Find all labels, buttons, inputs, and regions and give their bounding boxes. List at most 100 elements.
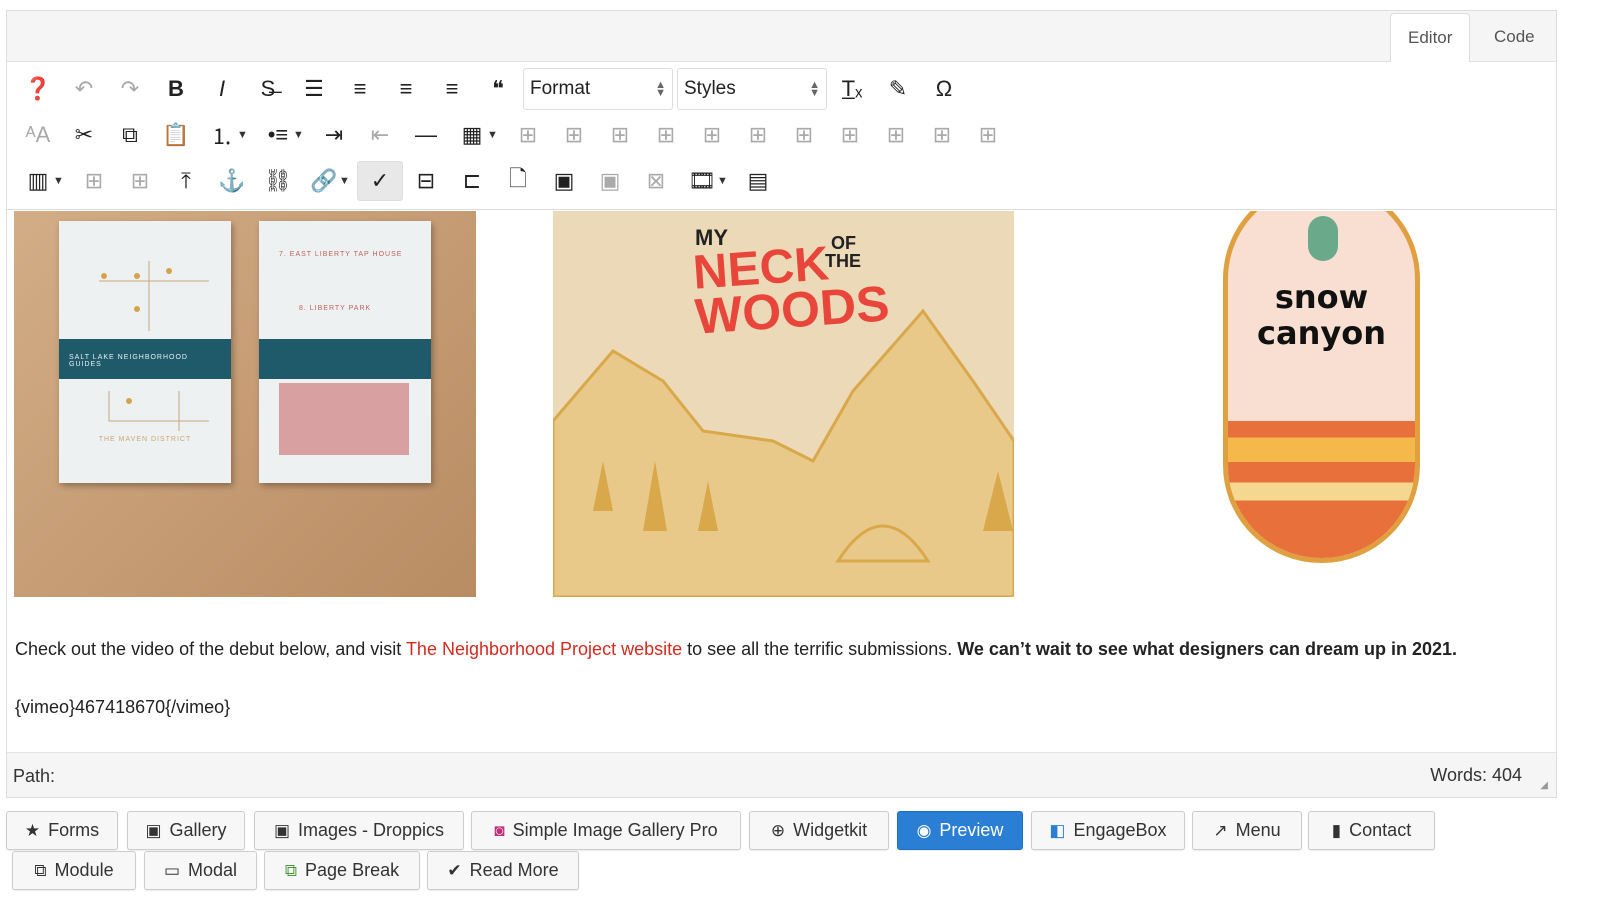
dropdown-arrow-icon[interactable]: ▼ — [487, 129, 501, 141]
image-manager-button[interactable]: ▣ — [587, 161, 633, 201]
anchor-button[interactable]: ⚓ — [209, 161, 255, 201]
outdent-button[interactable]: ⇤ — [357, 115, 403, 155]
row-after-button[interactable]: ⊞ — [689, 115, 735, 155]
bold-icon: B — [168, 76, 184, 101]
font-size-button[interactable]: ᴬA — [15, 115, 61, 155]
row-props-button[interactable]: ⊞ — [551, 115, 597, 155]
dropdown-arrow-icon[interactable]: ▼ — [53, 175, 67, 187]
contact-button[interactable]: ▮ Contact — [1308, 811, 1435, 850]
align-left-button[interactable]: ≡ — [383, 69, 429, 109]
clear-formatting-button[interactable]: T̲ₓ — [829, 69, 875, 109]
image-snow-canyon-badge[interactable]: snow canyon — [1223, 211, 1420, 563]
delete-column-icon: ⊞ — [130, 168, 150, 193]
button-label: Menu — [1235, 820, 1281, 840]
button-label: Contact — [1349, 820, 1412, 840]
widgetkit-button[interactable]: ⊕ Widgetkit — [749, 811, 889, 850]
paste-button[interactable]: 📋 — [153, 115, 199, 155]
styles-select[interactable]: Styles ▲ ▼ — [677, 68, 827, 110]
menu-button[interactable]: ↗ Menu — [1192, 811, 1302, 850]
module-button[interactable]: ⧉ Module — [12, 851, 136, 890]
upload-button[interactable]: ⤒ — [163, 161, 209, 201]
cut-button[interactable]: ✂ — [61, 115, 107, 155]
dropdown-arrow-icon[interactable]: ▼ — [237, 129, 251, 141]
copy-button[interactable]: ⧉ — [107, 115, 153, 155]
button-label: Widgetkit — [793, 820, 868, 840]
indent-button[interactable]: ⇥ — [311, 115, 357, 155]
blockquote-button[interactable]: ❝ — [475, 69, 521, 109]
anchor-icon: ⚓ — [218, 168, 246, 193]
cleanup-button[interactable]: ✎ — [875, 69, 921, 109]
word-count: Words: 404 — [1430, 765, 1522, 785]
insert-column-button[interactable]: ⊞ — [71, 161, 117, 201]
tab-editor[interactable]: Editor — [1390, 13, 1471, 62]
page-break-button[interactable]: ⊟ — [403, 161, 449, 201]
image-delete-button[interactable]: ⊠ — [633, 161, 679, 201]
align-justify-icon: ☰ — [304, 76, 324, 101]
align-center-button[interactable]: ≡ — [337, 69, 383, 109]
help-button[interactable]: ❓ — [15, 69, 61, 109]
insert-column-icon: ⊞ — [84, 168, 104, 193]
copy-icon: ⧉ — [284, 860, 298, 880]
undo-button[interactable]: ↶ — [61, 69, 107, 109]
file-button[interactable]: 🗋 — [495, 161, 541, 201]
bold-button[interactable]: B — [153, 69, 199, 109]
book-line: 7. EAST LIBERTY TAP HOUSE — [279, 251, 403, 258]
select-arrows-icon: ▲ ▼ — [809, 79, 820, 99]
dropdown-arrow-icon[interactable]: ▼ — [293, 129, 307, 141]
redo-button[interactable]: ↷ — [107, 69, 153, 109]
delete-row-button[interactable]: ⊞ — [735, 115, 781, 155]
book-band-text: SALT LAKE NEIGHBORHOOD GUIDES — [69, 354, 188, 368]
image-button[interactable]: ▣ — [541, 161, 587, 201]
engagebox-button[interactable]: ◧ EngageBox — [1031, 811, 1185, 850]
upload-icon: ⤒ — [181, 168, 191, 193]
preview-button[interactable]: ◉ Preview — [897, 811, 1023, 850]
button-label: Simple Image Gallery Pro — [512, 820, 718, 840]
gallery-button[interactable]: ▣ Gallery — [127, 811, 245, 850]
button-label: Gallery — [169, 820, 227, 840]
align-right-button[interactable]: ≡ — [429, 69, 475, 109]
italic-button[interactable]: I — [199, 69, 245, 109]
page-break-button[interactable]: ⧉ Page Break — [264, 851, 420, 890]
button-label: Preview — [939, 820, 1004, 840]
image-my-neck-of-the-woods[interactable]: MY NECK OF THE WOODS — [553, 211, 1014, 597]
mountains-illustration — [553, 308, 1014, 597]
strikethrough-button[interactable]: S̶ — [245, 69, 291, 109]
horizontal-rule-button[interactable]: — — [403, 115, 449, 155]
eye-icon: ◉ — [916, 820, 932, 840]
format-select[interactable]: Format ▲ ▼ — [523, 68, 673, 110]
delete-column-button[interactable]: ⊞ — [117, 161, 163, 201]
dropdown-arrow-icon[interactable]: ▼ — [717, 175, 731, 187]
file-icon: 🗋 — [509, 166, 527, 191]
special-character-button[interactable]: Ω — [921, 69, 967, 109]
simple-image-gallery-pro-button[interactable]: ◙ Simple Image Gallery Pro — [471, 811, 741, 850]
button-label: Images - Droppics — [298, 820, 445, 840]
row-before-button[interactable]: ⊞ — [643, 115, 689, 155]
book-footer-text: THE MAVEN DISTRICT — [98, 436, 192, 443]
tab-code[interactable]: Code — [1477, 13, 1552, 62]
picture-icon: ▣ — [273, 820, 290, 840]
delete-table-icon: ⊞ — [518, 122, 538, 147]
split-cells-button[interactable]: ⊞ — [919, 115, 965, 155]
col-before-button[interactable]: ⊞ — [781, 115, 827, 155]
align-justify-button[interactable]: ☰ — [291, 69, 337, 109]
images-droppics-button[interactable]: ▣ Images - Droppics — [254, 811, 464, 850]
editor-content[interactable]: SALT LAKE NEIGHBORHOOD GUIDES THE MAVEN … — [7, 211, 1556, 754]
modal-button[interactable]: ▭ Modal — [144, 851, 257, 890]
dropdown-arrow-icon[interactable]: ▼ — [339, 175, 353, 187]
delete-col-button[interactable]: ⊞ — [873, 115, 919, 155]
readmore-button[interactable]: ⊏ — [449, 161, 495, 201]
template-button[interactable]: ▤ — [735, 161, 781, 201]
merge-cells-button[interactable]: ⊞ — [965, 115, 1011, 155]
star-icon: ★ — [24, 820, 41, 840]
forms-button[interactable]: ★ Forms — [6, 811, 118, 850]
cell-props-button[interactable]: ⊞ — [597, 115, 643, 155]
resize-handle-icon[interactable]: ◢ — [1540, 780, 1548, 791]
read-more-button[interactable]: ✔ Read More — [427, 851, 579, 890]
horizontal-rule-icon: — — [415, 122, 437, 147]
unlink-button[interactable]: ⛓ — [255, 161, 301, 201]
image-neighborhood-guides[interactable]: SALT LAKE NEIGHBORHOOD GUIDES THE MAVEN … — [14, 211, 476, 597]
delete-table-button[interactable]: ⊞ — [505, 115, 551, 155]
spellcheck-button[interactable]: ✓ — [357, 161, 403, 201]
col-after-button[interactable]: ⊞ — [827, 115, 873, 155]
neighborhood-project-link[interactable]: The Neighborhood Project website — [406, 639, 682, 659]
